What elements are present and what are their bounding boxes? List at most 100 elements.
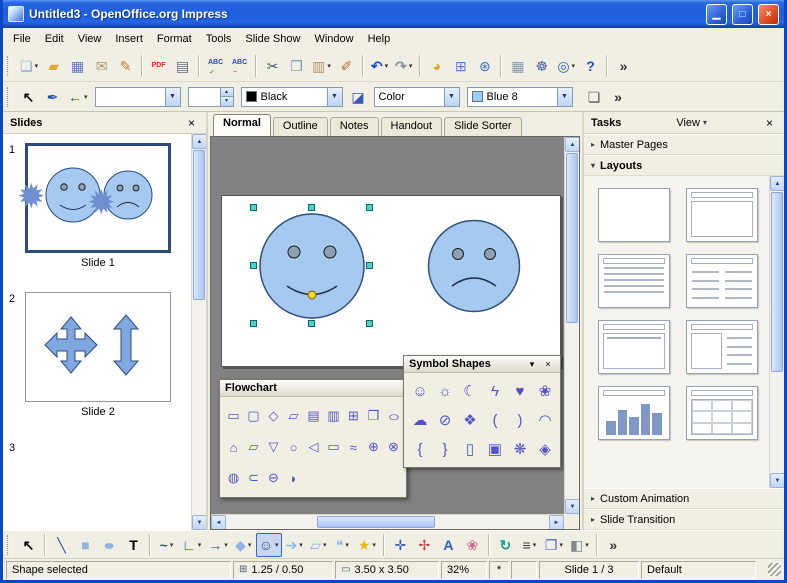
- status-cell-position[interactable]: ⊞1.25 / 0.50: [233, 561, 333, 579]
- process-shape[interactable]: ▭: [224, 401, 243, 431]
- edit-file-button[interactable]: ✎: [114, 54, 137, 78]
- area-style-button[interactable]: ◪: [347, 85, 370, 109]
- layout-title-table[interactable]: [686, 386, 758, 440]
- fontwork-gallery-button[interactable]: A: [437, 533, 460, 557]
- section-custom-animation[interactable]: ▸ Custom Animation: [584, 488, 784, 509]
- layout-title-outline[interactable]: [598, 254, 670, 308]
- undo-dropdown-icon[interactable]: ▾: [385, 62, 389, 70]
- tab-slide-sorter[interactable]: Slide Sorter: [444, 117, 521, 136]
- line-width-value[interactable]: [189, 88, 220, 106]
- basic-shapes-dropdown-icon[interactable]: ▾: [248, 541, 252, 549]
- scroll-down-icon[interactable]: ▼: [565, 499, 580, 514]
- manual-operation-shape[interactable]: ▽: [264, 432, 283, 462]
- flower-shape-shape[interactable]: ❋: [508, 435, 532, 463]
- connector-button[interactable]: ∟▾: [179, 533, 204, 557]
- internal-storage-shape[interactable]: ▥: [324, 401, 343, 431]
- scroll-up-icon[interactable]: ▲: [565, 137, 580, 152]
- rectangle-button[interactable]: ■: [74, 533, 97, 557]
- spreadsheet-table-button[interactable]: ⊞: [449, 54, 472, 78]
- predefined-process-shape[interactable]: ▤: [304, 401, 323, 431]
- layout-title-chart[interactable]: [598, 386, 670, 440]
- double-bracket-shape[interactable]: ◠: [533, 406, 557, 434]
- menu-file[interactable]: File: [6, 30, 38, 48]
- export-pdf-button[interactable]: PDF: [147, 54, 170, 78]
- toolbar-overflow-2-button[interactable]: »: [607, 85, 630, 109]
- workspace[interactable]: Flowchart ▭▢◇▱▤▥⊞❐○⌂▱▽○◁▭≈⊕⊗◍⊂⊖◗ Symbol …: [210, 136, 580, 530]
- cloud-shape[interactable]: ☁: [408, 406, 432, 434]
- paste-button[interactable]: ▥▾: [309, 54, 334, 78]
- collate-shape[interactable]: ◍: [224, 463, 243, 493]
- close-window-button[interactable]: ×: [758, 4, 779, 25]
- scrollbar-track[interactable]: [770, 373, 784, 473]
- status-cell-status-text[interactable]: Shape selected: [6, 561, 231, 579]
- section-slide-transition[interactable]: ▸ Slide Transition: [584, 509, 784, 530]
- extrusion-button[interactable]: ◧▾: [567, 533, 592, 557]
- line-color-combo[interactable]: Black ▼: [241, 87, 343, 107]
- flowchart-palette[interactable]: Flowchart ▭▢◇▱▤▥⊞❐○⌂▱▽○◁▭≈⊕⊗◍⊂⊖◗: [219, 379, 407, 498]
- slide-canvas[interactable]: [221, 195, 561, 367]
- line-color-dropdown-button[interactable]: ▼: [327, 88, 342, 106]
- menu-help[interactable]: Help: [361, 30, 398, 48]
- menu-slide-show[interactable]: Slide Show: [238, 30, 307, 48]
- slide-thumbnail-2[interactable]: [25, 292, 171, 402]
- stars-button[interactable]: ★▾: [355, 533, 379, 557]
- line-width-spinner[interactable]: ▲ ▼: [188, 87, 234, 107]
- edit-points-tool-button[interactable]: ✒: [41, 85, 64, 109]
- copy-button[interactable]: ❐: [285, 54, 308, 78]
- direct-access-storage-shape[interactable]: ◗: [284, 463, 303, 493]
- edit-points-button[interactable]: ✛: [389, 533, 412, 557]
- delay-shape[interactable]: ⊖: [264, 463, 283, 493]
- autospellcheck-button[interactable]: ABC~: [228, 54, 251, 78]
- basic-shapes-button[interactable]: ◆▾: [232, 533, 255, 557]
- arrange-button[interactable]: ❐▾: [542, 533, 566, 557]
- layout-title-content-lines[interactable]: [686, 320, 758, 374]
- toolbar-overflow-button[interactable]: »: [612, 54, 635, 78]
- alternate-process-shape[interactable]: ▢: [244, 401, 263, 431]
- close-icon[interactable]: ×: [541, 357, 555, 371]
- email-button[interactable]: ✉: [90, 54, 113, 78]
- left-brace-shape[interactable]: {: [408, 435, 432, 463]
- alignment-button[interactable]: ≡▾: [518, 533, 541, 557]
- symbol-shapes-button[interactable]: ☺▾: [256, 533, 282, 557]
- tab-handout[interactable]: Handout: [381, 117, 443, 136]
- scrollbar-track[interactable]: [436, 515, 549, 529]
- status-cell-slide-number[interactable]: Slide 1 / 3: [539, 561, 639, 579]
- display-grid-button[interactable]: ▦: [506, 54, 529, 78]
- maximize-button[interactable]: □: [732, 4, 753, 25]
- multidocument-shape[interactable]: ❐: [364, 401, 383, 431]
- scrollbar-track[interactable]: [226, 515, 316, 529]
- layout-title-two-content[interactable]: [686, 254, 758, 308]
- title-bar[interactable]: Untitled3 - OpenOffice.org Impress ▁ □ ×: [3, 0, 784, 28]
- selection-handle-s[interactable]: [308, 320, 315, 327]
- rotate-button[interactable]: ↻: [494, 533, 517, 557]
- selection-handle-ne[interactable]: [366, 204, 373, 211]
- select-button[interactable]: ↖: [17, 85, 40, 109]
- close-icon[interactable]: ×: [762, 116, 777, 130]
- selection-handle-e[interactable]: [366, 262, 373, 269]
- sun-shape[interactable]: ☼: [433, 377, 457, 405]
- summing-junction-shape[interactable]: ⊕: [364, 432, 383, 462]
- help-button[interactable]: ?: [579, 54, 602, 78]
- manual-input-shape[interactable]: ▱: [244, 432, 263, 462]
- stars-dropdown-icon[interactable]: ▾: [372, 541, 376, 549]
- symbol-shapes-dropdown-icon[interactable]: ▾: [275, 541, 279, 549]
- adjust-handle[interactable]: [308, 291, 316, 299]
- selection-handle-se[interactable]: [366, 320, 373, 327]
- navigator-button[interactable]: ☸: [530, 54, 553, 78]
- glue-points-button[interactable]: ✢: [413, 533, 436, 557]
- menu-edit[interactable]: Edit: [38, 30, 71, 48]
- new-document-dropdown-icon[interactable]: ▾: [35, 62, 39, 70]
- cut-button[interactable]: ✂: [261, 54, 284, 78]
- tab-notes[interactable]: Notes: [330, 117, 379, 136]
- prohibited-shape[interactable]: ⊘: [433, 406, 457, 434]
- redo-dropdown-icon[interactable]: ▾: [409, 62, 413, 70]
- status-cell-modified[interactable]: *: [489, 561, 509, 579]
- block-arrows-dropdown-icon[interactable]: ▾: [299, 541, 303, 549]
- section-layouts[interactable]: ▾ Layouts: [584, 155, 784, 176]
- tab-normal[interactable]: Normal: [213, 114, 271, 136]
- ellipse-button[interactable]: ●: [98, 533, 121, 557]
- status-cell-page-style[interactable]: Default: [641, 561, 756, 579]
- scrollbar-thumb[interactable]: [193, 150, 205, 300]
- stored-data-shape[interactable]: ⊂: [244, 463, 263, 493]
- select-button[interactable]: ↖: [17, 533, 40, 557]
